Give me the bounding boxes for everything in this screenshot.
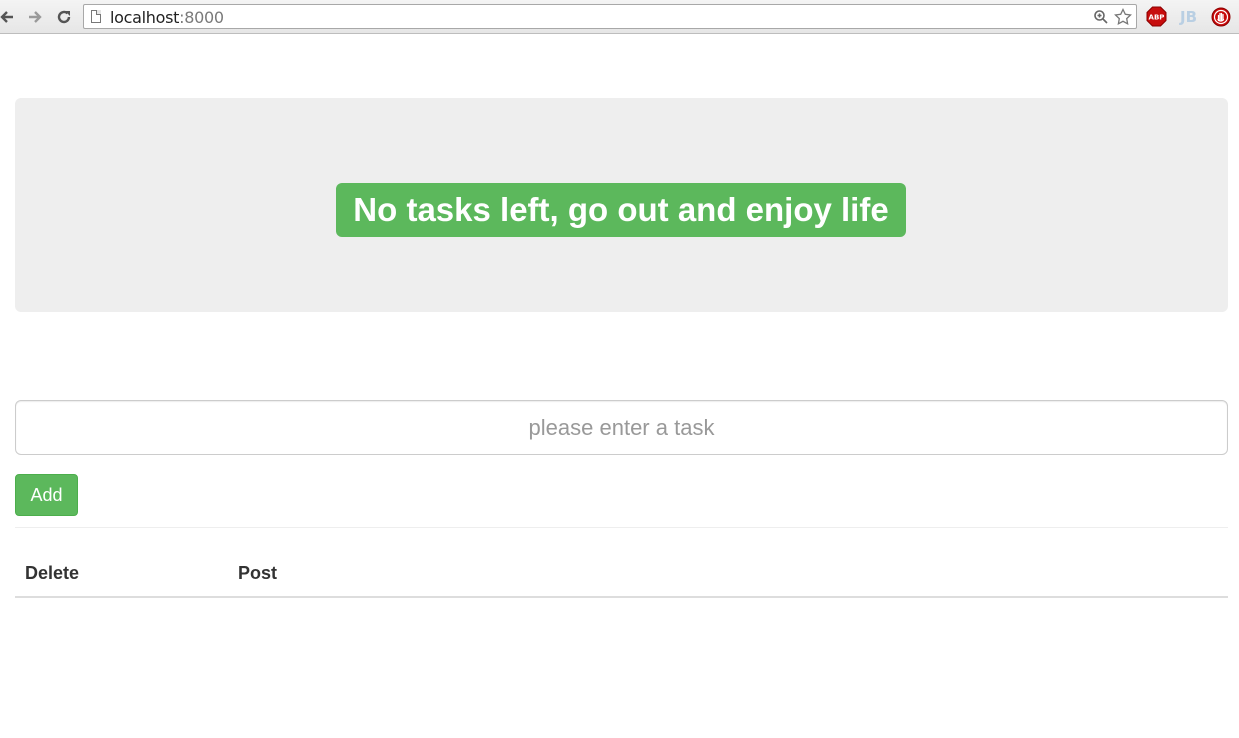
- divider: [15, 527, 1228, 528]
- url-text: localhost:8000: [110, 8, 224, 27]
- task-input[interactable]: [15, 400, 1228, 455]
- column-header-delete: Delete: [15, 552, 228, 598]
- tasks-table: Delete Post: [15, 552, 1228, 598]
- arrow-left-icon[interactable]: [0, 6, 18, 28]
- column-header-post: Post: [228, 552, 1228, 598]
- add-button[interactable]: Add: [15, 474, 78, 516]
- url-host: localhost: [110, 8, 180, 27]
- address-bar[interactable]: localhost:8000: [83, 4, 1137, 29]
- star-icon[interactable]: [1114, 8, 1132, 26]
- zoom-icon[interactable]: [1092, 8, 1110, 26]
- arrow-right-icon[interactable]: [24, 6, 46, 28]
- stop-hand-icon[interactable]: [1210, 6, 1231, 27]
- url-port: :8000: [179, 8, 224, 27]
- page-icon: [91, 10, 101, 23]
- abp-label: ABP: [1149, 14, 1165, 22]
- no-tasks-label: No tasks left, go out and enjoy life: [336, 183, 906, 237]
- adblock-icon[interactable]: ABP: [1146, 6, 1167, 27]
- reload-icon[interactable]: [53, 6, 75, 28]
- table-header-row: Delete Post: [15, 552, 1228, 598]
- jb-extension-icon[interactable]: JB: [1178, 6, 1199, 27]
- browser-toolbar: localhost:8000 ABP JB: [0, 0, 1239, 34]
